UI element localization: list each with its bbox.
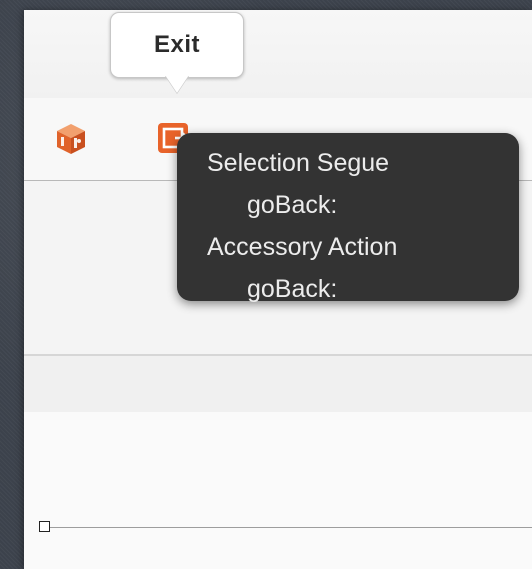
- section-band: [24, 356, 532, 412]
- tooltip-line-goback-1: goBack:: [247, 191, 338, 219]
- segue-tooltip: Selection Segue goBack: Accessory Action…: [177, 133, 519, 303]
- scene-header: [24, 10, 532, 99]
- view-controller-cube-icon[interactable]: [54, 122, 88, 156]
- table-area: [24, 412, 532, 569]
- exit-callout-arrow: [165, 75, 189, 93]
- exit-callout-label: Exit: [153, 31, 200, 58]
- tooltip-line-selection-segue: Selection Segue: [207, 149, 390, 177]
- exit-callout: Exit: [110, 12, 244, 78]
- resize-handle[interactable]: [39, 521, 50, 532]
- tooltip-line-accessory-action: Accessory Action: [207, 233, 398, 261]
- separator-line: [46, 527, 532, 528]
- tooltip-line-goback-2: goBack:: [247, 275, 338, 303]
- storyboard-canvas: Exit Selection Segue goBack: Accessory A…: [24, 10, 532, 569]
